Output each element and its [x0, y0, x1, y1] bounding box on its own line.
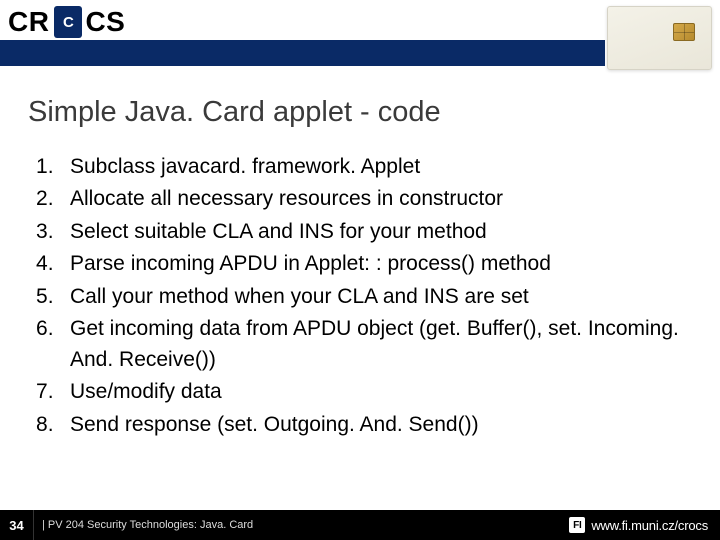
header-band: [0, 40, 605, 66]
shield-icon: C: [54, 6, 82, 38]
list-item: Select suitable CLA and INS for your met…: [36, 217, 690, 247]
slide-number: 34: [0, 510, 34, 540]
footer-course: | PV 204 Security Technologies: Java. Ca…: [42, 519, 253, 531]
list-item: Send response (set. Outgoing. And. Send(…: [36, 410, 690, 440]
muni-mark-icon: FI: [569, 517, 585, 533]
smartcard-image: [607, 6, 712, 70]
slide-header: CR C CS: [0, 0, 720, 66]
list-item: Parse incoming APDU in Applet: : process…: [36, 249, 690, 279]
logo-text-right: CS: [85, 6, 125, 38]
list-item: Allocate all necessary resources in cons…: [36, 184, 690, 214]
list-item: Get incoming data from APDU object (get.…: [36, 314, 690, 375]
steps-list: Subclass javacard. framework. Applet All…: [36, 152, 690, 442]
slide-title: Simple Java. Card applet - code: [28, 96, 441, 129]
list-item: Use/modify data: [36, 377, 690, 407]
shield-letter: C: [63, 14, 74, 31]
slide: CR C CS Simple Java. Card applet - code …: [0, 0, 720, 540]
chip-icon: [673, 23, 695, 41]
crocs-logo: CR C CS: [8, 6, 125, 38]
logo-text-left: CR: [8, 6, 49, 38]
footer-url: www.fi.muni.cz/crocs: [591, 518, 708, 533]
footer-site: FI www.fi.muni.cz/crocs: [569, 517, 708, 533]
slide-footer: 34 | PV 204 Security Technologies: Java.…: [0, 510, 720, 540]
list-item: Subclass javacard. framework. Applet: [36, 152, 690, 182]
list-item: Call your method when your CLA and INS a…: [36, 282, 690, 312]
